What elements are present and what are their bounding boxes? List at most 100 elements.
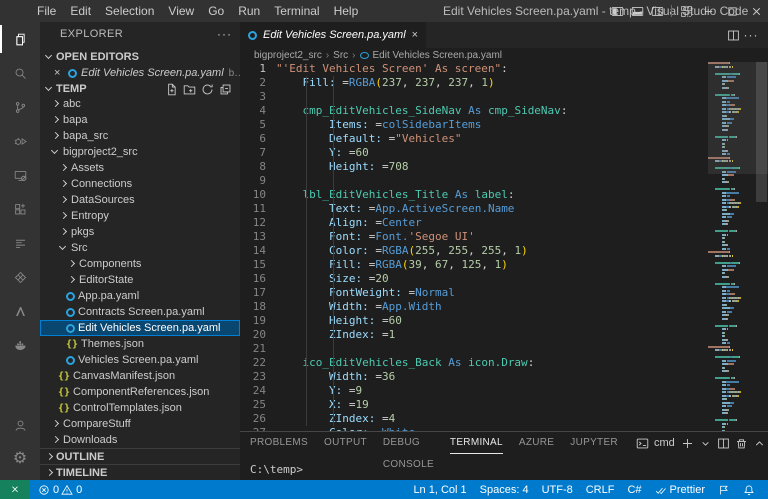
menu-file[interactable]: File — [30, 0, 63, 22]
status-cursor-position[interactable]: Ln 1, Col 1 — [413, 484, 466, 496]
tree-item-contracts-screen-pa-yaml[interactable]: Contracts Screen.pa.yaml — [40, 304, 240, 320]
menu-help[interactable]: Help — [327, 0, 366, 22]
timeline-section-header[interactable]: TIMELINE — [40, 464, 240, 480]
panel-tab-debug-console[interactable]: DEBUG CONSOLE — [383, 432, 434, 454]
tree-item-app-pa-yaml[interactable]: App.pa.yaml — [40, 288, 240, 304]
tree-item-bapa[interactable]: bapa — [40, 112, 240, 128]
menu-edit[interactable]: Edit — [63, 0, 98, 22]
tree-item-assets[interactable]: Assets — [40, 160, 240, 176]
tree-item-abc[interactable]: abc — [40, 96, 240, 112]
activitybar-settings-gear[interactable]: ⚙ — [0, 442, 40, 476]
minimize-button[interactable] — [696, 0, 720, 22]
breadcrumb-item[interactable]: Edit Vehicles Screen.pa.yaml — [360, 50, 503, 61]
explorer-more-actions-icon[interactable]: ··· — [217, 27, 232, 41]
status-formatter[interactable]: Prettier — [655, 484, 705, 496]
tree-item-bapa-src[interactable]: bapa_src — [40, 128, 240, 144]
code-editor[interactable]: 1"'Edit Vehicles Screen' As screen":2 Fi… — [240, 62, 700, 431]
status-feedback[interactable] — [718, 484, 730, 496]
terminal-content[interactable]: C:\temp> — [240, 454, 768, 476]
tree-item-connections[interactable]: Connections — [40, 176, 240, 192]
folder-section-header[interactable]: TEMP — [40, 81, 240, 97]
tree-item-editorstate[interactable]: EditorState — [40, 272, 240, 288]
tree-item-comparestuff[interactable]: CompareStuff — [40, 416, 240, 432]
menu-run[interactable]: Run — [231, 0, 267, 22]
activitybar-docker[interactable] — [0, 328, 40, 362]
tree-item-bigproject2-src[interactable]: bigproject2_src — [40, 144, 240, 160]
refresh-icon[interactable] — [198, 82, 216, 96]
menu-terminal[interactable]: Terminal — [267, 0, 326, 22]
minimap-line — [708, 339, 754, 341]
tree-item-entropy[interactable]: Entropy — [40, 208, 240, 224]
tree-item-vehicles-screen-pa-yaml[interactable]: Vehicles Screen.pa.yaml — [40, 352, 240, 368]
activitybar-accounts[interactable] — [0, 408, 40, 442]
problems-status[interactable]: 0 0 — [38, 484, 84, 496]
tree-item-edit-vehicles-screen-pa-yaml[interactable]: Edit Vehicles Screen.pa.yaml — [40, 320, 240, 336]
tree-item-components[interactable]: Components — [40, 256, 240, 272]
breadcrumb-item[interactable]: bigproject2_src — [254, 50, 322, 61]
tab-edit-vehicles-screen[interactable]: Edit Vehicles Screen.pa.yaml × — [240, 22, 426, 48]
close-button[interactable] — [744, 0, 768, 22]
new-terminal-icon[interactable] — [679, 434, 697, 452]
shell-name[interactable]: cmd — [654, 437, 675, 449]
code-line-text: ico_EditVehicles_Back As icon.Draw: — [276, 356, 534, 370]
activitybar-remote-explorer[interactable] — [0, 158, 40, 192]
activitybar-output-list[interactable] — [0, 226, 40, 260]
status-language-mode[interactable]: C# — [627, 484, 641, 496]
remote-indicator[interactable] — [0, 480, 30, 499]
close-editor-icon[interactable]: × — [54, 67, 68, 79]
customize-layout-icon[interactable] — [676, 0, 696, 22]
activitybar-source-control[interactable] — [0, 90, 40, 124]
toggle-secondary-sidebar-icon[interactable] — [647, 0, 667, 22]
terminal-dropdown-icon[interactable] — [697, 434, 715, 452]
panel-tab-azure[interactable]: AZURE — [519, 432, 554, 454]
activitybar-extensions[interactable] — [0, 192, 40, 226]
toggle-panel-icon[interactable] — [627, 0, 647, 22]
tree-item-src[interactable]: Src — [40, 240, 240, 256]
terminal-icon[interactable] — [634, 434, 652, 452]
menu-view[interactable]: View — [161, 0, 201, 22]
activitybar-azure[interactable] — [0, 294, 40, 328]
new-file-icon[interactable] — [162, 82, 180, 96]
status-eol[interactable]: CRLF — [586, 484, 615, 496]
minimap-line — [708, 370, 754, 372]
collapse-all-icon[interactable] — [216, 82, 234, 96]
open-editors-header[interactable]: OPEN EDITORS — [40, 49, 240, 65]
maximize-panel-icon[interactable] — [751, 434, 768, 452]
editor-scrollbar[interactable] — [756, 62, 767, 202]
status-indentation[interactable]: Spaces: 4 — [480, 484, 529, 496]
open-editor-item[interactable]: × Edit Vehicles Screen.pa.yaml bigproj..… — [40, 65, 240, 81]
panel-tab-output[interactable]: OUTPUT — [324, 432, 367, 454]
tree-item-componentreferences-json[interactable]: {}ComponentReferences.json — [40, 384, 240, 400]
tree-item-canvasmanifest-json[interactable]: {}CanvasManifest.json — [40, 368, 240, 384]
toggle-sidebar-icon[interactable] — [607, 0, 627, 22]
tree-item-themes-json[interactable]: {}Themes.json — [40, 336, 240, 352]
status-notifications[interactable] — [743, 484, 755, 496]
activitybar-explorer[interactable] — [0, 22, 40, 56]
minimap-line — [708, 353, 754, 355]
split-terminal-icon[interactable] — [715, 434, 733, 452]
more-actions-icon[interactable]: ··· — [742, 28, 760, 42]
breadcrumb-item[interactable]: Src — [333, 50, 348, 61]
maximize-button[interactable] — [720, 0, 744, 22]
activitybar-run-and-debug[interactable] — [0, 124, 40, 158]
tree-item-datasources[interactable]: DataSources — [40, 192, 240, 208]
panel-tab-jupyter[interactable]: JUPYTER — [570, 432, 618, 454]
tree-item-pkgs[interactable]: pkgs — [40, 224, 240, 240]
close-tab-icon[interactable]: × — [412, 29, 418, 41]
status-encoding[interactable]: UTF-8 — [542, 484, 573, 496]
split-editor-icon[interactable] — [724, 28, 742, 42]
menu-selection[interactable]: Selection — [98, 0, 161, 22]
tree-item-downloads[interactable]: Downloads — [40, 432, 240, 448]
chevron-right-icon — [44, 468, 54, 478]
code-line-text: lbl_EditVehicles_Title As label: — [276, 188, 514, 202]
kill-terminal-icon[interactable] — [733, 434, 751, 452]
new-folder-icon[interactable] — [180, 82, 198, 96]
menu-go[interactable]: Go — [201, 0, 231, 22]
code-line: 13 Font: =Font.'Segoe UI' — [240, 230, 700, 244]
outline-section-header[interactable]: OUTLINE — [40, 448, 240, 464]
panel-tab-terminal[interactable]: TERMINAL — [450, 432, 503, 454]
activitybar-search[interactable] — [0, 56, 40, 90]
tree-item-controltemplates-json[interactable]: {}ControlTemplates.json — [40, 400, 240, 416]
panel-tab-problems[interactable]: PROBLEMS — [250, 432, 308, 454]
activitybar-power-platform[interactable] — [0, 260, 40, 294]
